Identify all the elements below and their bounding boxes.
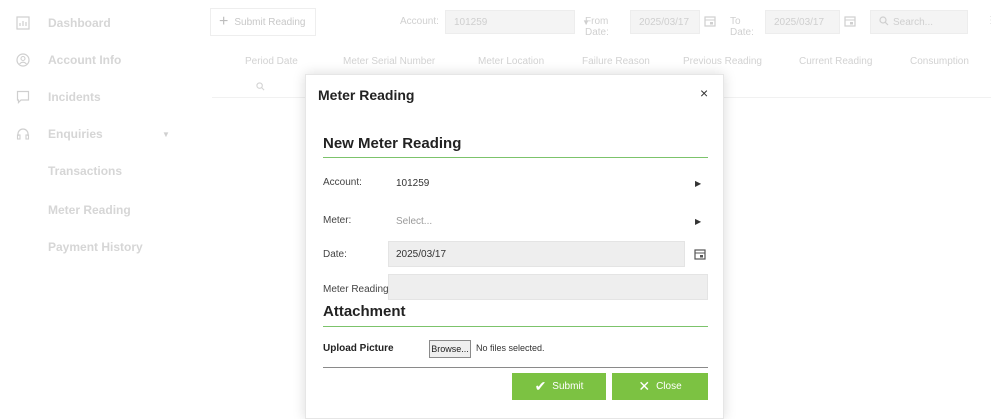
sidebar-item-meter-reading[interactable]: Meter Reading — [0, 192, 188, 228]
chevron-down-icon: ▼ — [162, 129, 170, 139]
sidebar-item-payment-history[interactable]: Payment History — [0, 229, 188, 265]
meter-label: Meter: — [323, 215, 352, 226]
meter-reading-dialog: Meter Reading × New Meter Reading Accoun… — [305, 74, 724, 419]
from-date-label: From Date: — [585, 16, 609, 38]
sidebar-item-label: Transactions — [48, 164, 123, 178]
sidebar-item-label: Meter Reading — [48, 203, 131, 217]
upload-picture-label: Upload Picture — [323, 343, 394, 354]
sidebar-item-label: Incidents — [48, 90, 101, 104]
chevron-right-icon[interactable]: ▶ — [695, 179, 701, 188]
from-date-input[interactable]: 2025/03/17 — [630, 10, 700, 34]
sidebar-item-dashboard[interactable]: Dashboard — [0, 5, 188, 41]
dashboard-icon — [15, 15, 31, 31]
x-icon: ✕ — [638, 378, 651, 394]
sidebar-item-enquiries[interactable]: Enquiries ▼ — [0, 116, 188, 152]
calendar-icon[interactable] — [844, 14, 858, 28]
column-header[interactable]: Failure Reason — [582, 56, 650, 67]
to-date-label: To Date: — [730, 16, 754, 38]
column-header[interactable]: Meter Location — [478, 56, 544, 67]
close-button[interactable]: ✕ Close — [612, 373, 708, 400]
calendar-icon[interactable] — [704, 14, 718, 28]
meter-reading-label: Meter Reading: — [323, 284, 392, 295]
search-input[interactable]: Search... — [870, 10, 968, 34]
more-options-icon[interactable]: ⋮ — [986, 15, 991, 26]
column-header[interactable]: Current Reading — [799, 56, 872, 67]
column-header[interactable]: Period Date — [245, 56, 298, 67]
sidebar-item-label: Account Info — [48, 53, 122, 67]
search-icon — [879, 15, 889, 29]
calendar-icon[interactable] — [694, 247, 706, 265]
browse-button[interactable]: Browse... — [429, 340, 471, 358]
file-status: No files selected. — [476, 343, 545, 353]
plus-icon: + — [219, 13, 229, 30]
account-label: Account: — [323, 177, 362, 188]
column-header[interactable]: Consumption — [910, 56, 969, 67]
account-filter-select[interactable]: 101259 ▼ — [445, 10, 590, 34]
column-header[interactable]: Previous Reading — [683, 56, 762, 67]
chevron-right-icon[interactable]: ▶ — [695, 217, 701, 226]
section-title-new-meter-reading: New Meter Reading — [323, 135, 462, 152]
search-icon[interactable] — [256, 78, 265, 96]
date-label: Date: — [323, 249, 347, 260]
checkmark-icon: ✔ — [534, 378, 547, 394]
column-header[interactable]: Meter Serial Number — [343, 56, 435, 67]
section-divider — [323, 326, 708, 327]
account-value[interactable]: 101259 — [396, 178, 429, 189]
meter-reading-input[interactable] — [388, 274, 708, 300]
sidebar-item-label: Payment History — [48, 240, 143, 254]
sidebar-item-incidents[interactable]: Incidents — [0, 79, 188, 115]
sidebar-item-transactions[interactable]: Transactions — [0, 153, 188, 189]
incidents-icon — [15, 89, 31, 105]
sidebar-item-account-info[interactable]: Account Info — [0, 42, 188, 78]
account-filter-label: Account: — [400, 16, 439, 27]
sidebar-item-label: Dashboard — [48, 16, 111, 30]
sidebar-item-label: Enquiries — [48, 127, 103, 141]
footer-divider — [323, 367, 708, 368]
account-icon — [15, 52, 31, 68]
sidebar: Dashboard Account Info Incidents Enquiri… — [0, 0, 188, 419]
headset-icon — [15, 126, 31, 142]
dialog-title: Meter Reading — [318, 87, 415, 103]
submit-button[interactable]: ✔ Submit — [512, 373, 606, 400]
section-title-attachment: Attachment — [323, 303, 406, 320]
close-icon[interactable]: × — [700, 85, 708, 101]
section-divider — [323, 157, 708, 158]
submit-reading-button[interactable]: + Submit Reading — [210, 8, 316, 36]
date-input[interactable]: 2025/03/17 — [388, 241, 685, 267]
meter-select[interactable]: Select... — [396, 216, 432, 227]
to-date-input[interactable]: 2025/03/17 — [765, 10, 840, 34]
